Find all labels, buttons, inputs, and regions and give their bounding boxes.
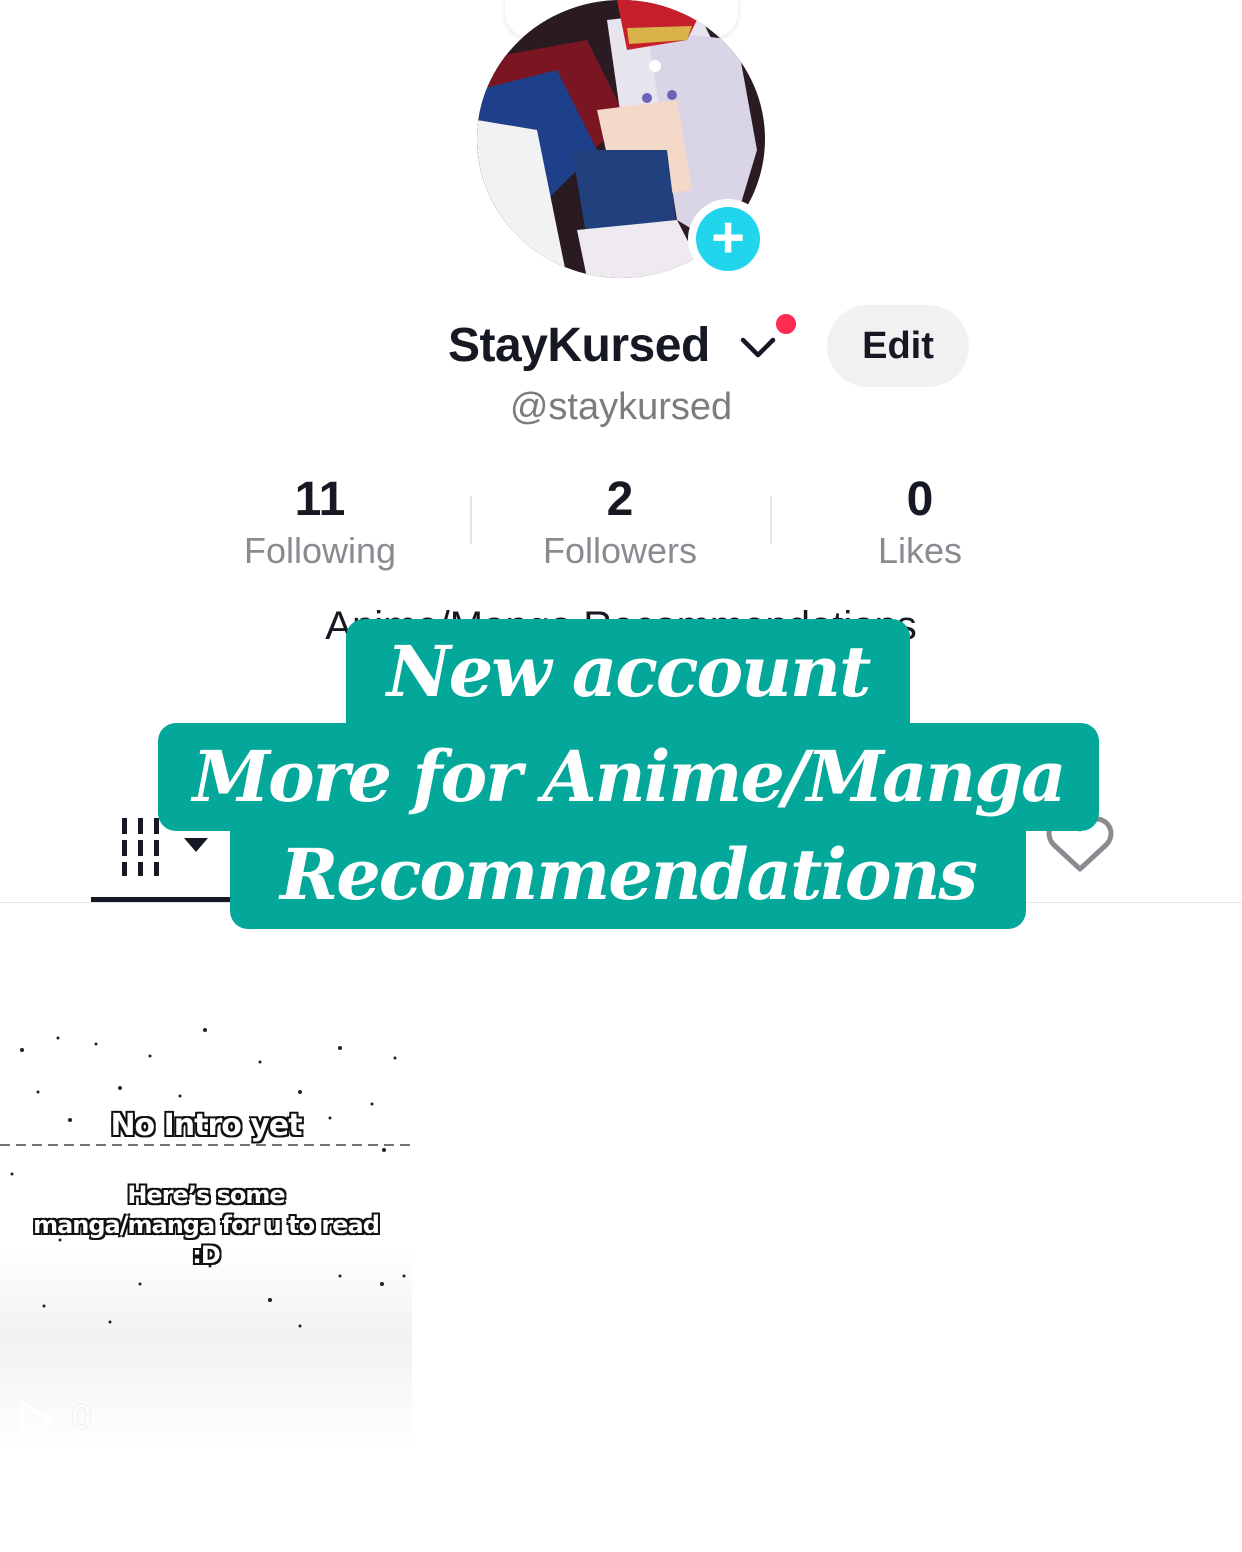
stat-value: 11 <box>294 473 346 526</box>
caption-line-2: More for Anime/Manga <box>158 723 1099 831</box>
stat-likes[interactable]: 0 Likes <box>790 470 1050 572</box>
view-count: 0 <box>72 1398 91 1436</box>
display-name: StayKursed <box>448 319 710 372</box>
stat-followers[interactable]: 2 Followers <box>490 470 750 572</box>
add-profile-photo-button[interactable]: + <box>688 199 768 279</box>
video-overlay-text: Here’s some manga/manga for u to read :D <box>0 1180 412 1270</box>
video-overlay-line: Here’s some <box>126 1180 286 1210</box>
stat-label: Followers <box>542 530 698 571</box>
play-icon <box>20 1401 52 1439</box>
stat-label: Likes <box>877 530 963 571</box>
stat-value: 2 <box>606 473 634 526</box>
video-thumbnail[interactable]: No Intro yet Here’s some manga/manga for… <box>0 1000 412 1450</box>
stat-divider <box>770 496 772 544</box>
stat-label: Following <box>243 530 397 571</box>
notification-dot <box>774 312 798 336</box>
video-overlay-line: :D <box>191 1240 222 1270</box>
stat-following[interactable]: 11 Following <box>190 470 450 572</box>
caption-line-3: Recommendations <box>230 829 1026 929</box>
edit-profile-button[interactable]: Edit <box>827 305 969 387</box>
video-overlay-title: No Intro yet <box>109 1107 303 1144</box>
caption-line-1: New account <box>346 619 910 725</box>
plus-icon: + <box>696 207 760 271</box>
username-handle: @staykursed <box>509 386 733 428</box>
stat-value: 0 <box>906 473 934 526</box>
chevron-down-icon[interactable] <box>740 336 776 360</box>
video-overlay-line: manga/manga for u to read <box>32 1210 381 1240</box>
stat-divider <box>470 496 472 544</box>
